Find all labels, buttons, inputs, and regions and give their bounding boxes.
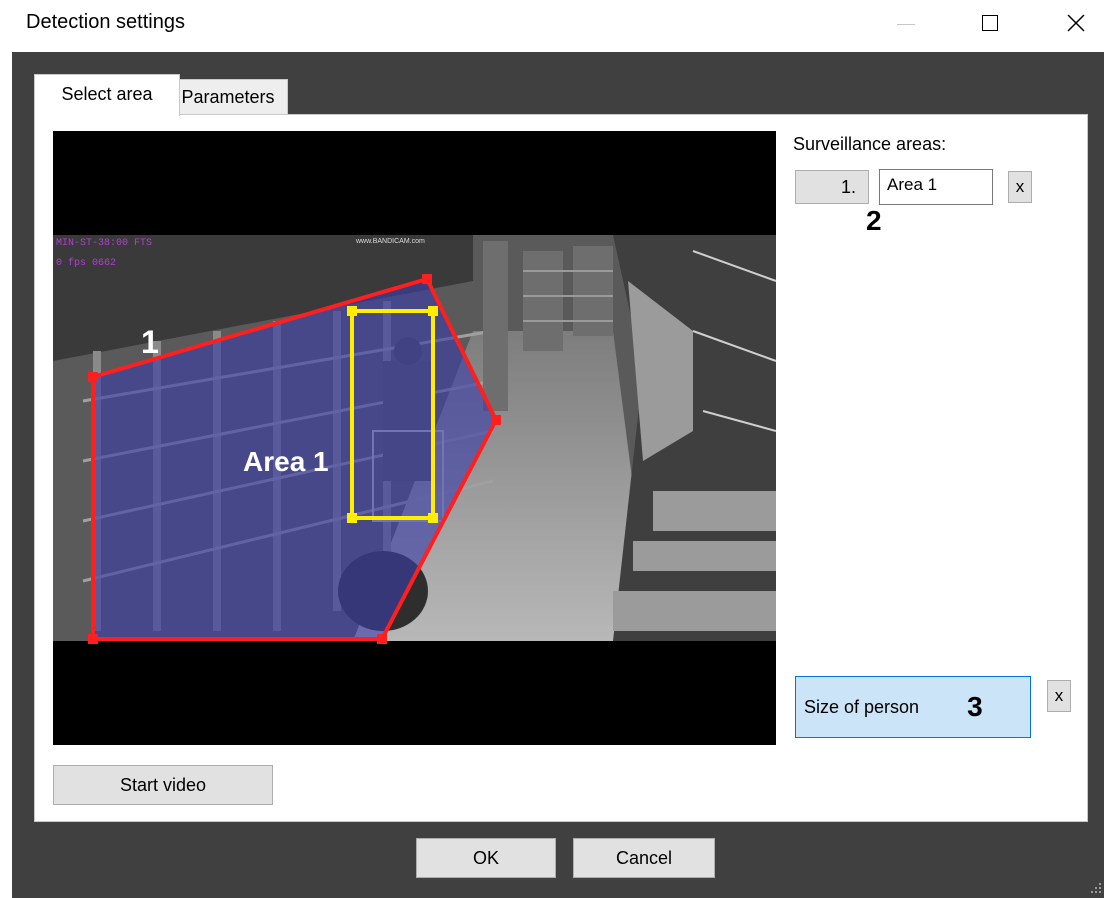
maximize-button[interactable] [962,0,1018,46]
remove-area-button[interactable]: x [1008,171,1032,203]
tab-parameters[interactable]: Parameters [168,79,288,114]
start-video-label: Start video [119,774,207,795]
tab-select-area[interactable]: Select area [34,74,180,116]
surveillance-areas-heading: Surveillance areas: [793,134,947,154]
minimize-icon [897,23,915,25]
remove-person-size-button[interactable]: x [1047,680,1071,712]
size-of-person-label: Size of person [804,696,920,717]
close-icon [1067,14,1085,32]
maximize-icon [982,15,998,31]
area-name-input[interactable]: Area 1 [879,169,993,205]
ok-label: OK [472,847,499,868]
cancel-label: Cancel [615,847,673,868]
close-button[interactable] [1048,0,1104,46]
overlay-line-1: MIN-ST-38:00 FTS [56,238,152,249]
dialog-body: Select area Parameters Area 1 1 www.BAND… [12,52,1104,898]
area-label: Area 1 [243,446,329,477]
area-index-button[interactable]: 1. [795,170,869,204]
title-bar: Detection settings [0,0,1118,52]
remove-area-label: x [1015,177,1025,196]
marker-2: 2 [866,205,882,236]
resize-grip-icon[interactable] [1090,882,1102,894]
select-area-panel: Area 1 1 www.BANDICAM.com MIN-ST-38:00 F… [34,114,1088,822]
minimize-button[interactable] [878,0,934,46]
tab-label: Parameters [181,86,275,107]
window-title: Detection settings [26,11,185,33]
area-number-marker: 1 [141,324,159,360]
video-view[interactable]: Area 1 1 www.BANDICAM.com MIN-ST-38:00 F… [53,131,776,745]
start-video-button[interactable]: Start video [53,765,273,805]
size-of-person-button[interactable]: Size of person 3 [795,676,1031,738]
marker-3: 3 [967,691,983,722]
ok-button[interactable]: OK [416,838,556,878]
tab-label: Select area [61,84,153,104]
area-index-label: 1. [840,176,856,197]
remove-person-size-label: x [1054,686,1064,705]
watermark-text: www.BANDICAM.com [355,238,425,245]
overlay-line-2: 0 fps 0662 [56,257,116,269]
area-name-value: Area 1 [887,175,938,194]
video-frame: Area 1 1 www.BANDICAM.com MIN-ST-38:00 F… [53,235,776,644]
cancel-button[interactable]: Cancel [573,838,715,878]
